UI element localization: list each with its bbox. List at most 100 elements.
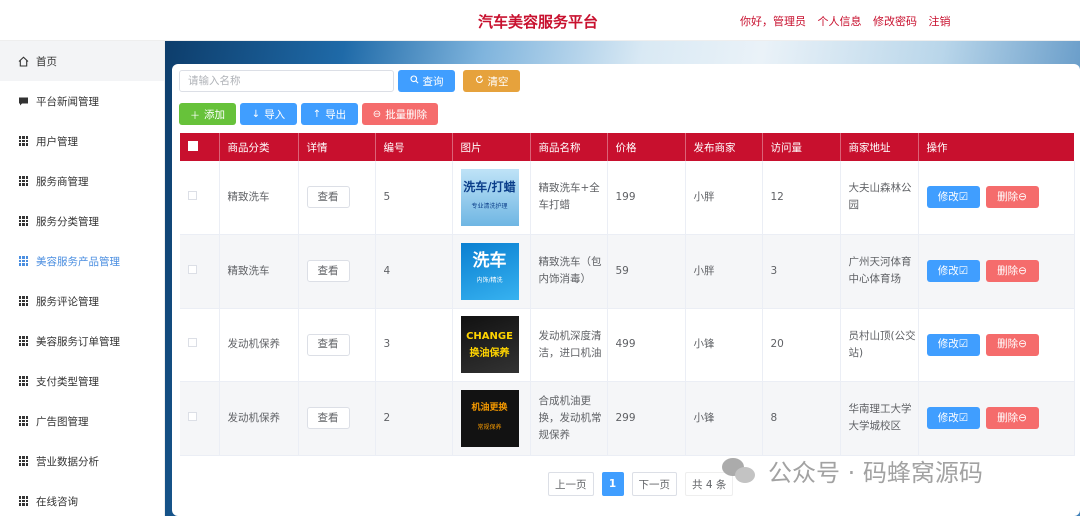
address-cell: 广州天河体育中心体育场 [840,234,919,309]
profile-link[interactable]: 个人信息 [818,15,862,28]
sidebar-item-categories[interactable]: 服务分类管理 [0,201,164,241]
column-header: 访问量 [762,133,841,161]
edit-button[interactable]: 修改 ☑ [926,260,980,282]
delete-button[interactable]: 删除 ⊖ [985,260,1039,282]
price-cell: 499 [607,308,686,382]
name-cell: 精致洗车+全车打蜡 [530,161,608,235]
current-page-button[interactable]: 1 [601,472,624,496]
price-cell: 59 [607,234,686,309]
grid-icon [18,256,29,267]
name-cell: 发动机深度清洁，进口机油 [530,308,608,382]
id-cell: 2 [375,381,453,456]
edit-label: 修改 [937,411,959,424]
image-subcaption: 专业清洗护理 [471,203,508,211]
clear-label: 清空 [487,75,509,88]
id-cell: 3 [375,308,453,382]
sidebar-item-products[interactable]: 美容服务产品管理 [0,241,164,281]
batch-delete-label: 批量删除 [385,108,428,121]
sidebar-item-payment-types[interactable]: 支付类型管理 [0,361,164,401]
grid-icon [18,216,29,227]
sidebar-item-label: 服务分类管理 [36,215,99,228]
edit-button[interactable]: 修改 ☑ [926,186,980,209]
sidebar-item-label: 广告图管理 [36,415,89,428]
select-all-checkbox[interactable] [188,140,198,151]
sidebar-item-home[interactable]: 首页 [0,41,164,81]
table-row: 精致洗车 查看 4 洗车 内饰/精洗 精致洗车（包内饰消毒） 59 小胖 3 广… [180,234,1075,309]
address-cell: 华南理工大学大学城校区 [840,381,919,456]
logout-link[interactable]: 注销 [929,15,951,28]
edit-label: 修改 [937,190,959,203]
top-header: 汽车美容服务平台 你好，管理员 个人信息 修改密码 注销 [0,0,1080,41]
column-header: 商家地址 [840,133,919,161]
grid-icon [18,456,29,467]
price-cell: 199 [607,161,686,235]
delete-label: 删除 [997,190,1019,203]
column-header: 详情 [298,133,376,161]
row-select-cell[interactable] [180,234,220,309]
prev-page-button[interactable]: 上一页 [548,472,594,496]
table-row: 发动机保养 查看 3 CHANGE 换油保养 发动机深度清洁，进口机油 499 … [180,308,1075,382]
sidebar-item-label: 服务商管理 [36,175,89,188]
address-cell: 大夫山森林公园 [840,161,919,235]
sidebar-item-label: 美容服务订单管理 [36,335,120,348]
view-detail-button[interactable]: 查看 [306,260,350,282]
sidebar-item-banners[interactable]: 广告图管理 [0,401,164,441]
delete-button[interactable]: 删除 ⊖ [985,333,1039,356]
image-caption: CHANGE 换油保养 [466,330,513,359]
grid-icon [18,496,29,507]
row-select-cell[interactable] [180,161,220,235]
edit-button[interactable]: 修改 ☑ [926,333,980,356]
actions-cell: 修改 ☑ 删除 ⊖ [918,308,1075,382]
view-detail-button[interactable]: 查看 [306,333,350,356]
row-checkbox[interactable] [188,411,197,421]
merchant-cell: 小胖 [685,234,763,309]
sidebar-item-label: 在线咨询 [36,495,78,508]
sidebar-item-users[interactable]: 用户管理 [0,121,164,161]
category-cell: 精致洗车 [219,161,299,235]
category-cell: 发动机保养 [219,308,299,382]
edit-icon: ☑ [958,264,969,277]
sidebar-item-providers[interactable]: 服务商管理 [0,161,164,201]
id-cell: 5 [375,161,453,235]
edit-icon: ☑ [958,190,969,203]
sidebar-item-label: 用户管理 [36,135,78,148]
sidebar-item-consult[interactable]: 在线咨询 [0,481,164,516]
sidebar-item-label: 营业数据分析 [36,455,99,468]
sidebar-item-reviews[interactable]: 服务评论管理 [0,281,164,321]
image-caption: 洗车/打蜡 [463,180,516,195]
view-detail-button[interactable]: 查看 [306,186,350,209]
add-button[interactable]: ＋ 添加 [179,103,236,125]
sidebar-item-analytics[interactable]: 营业数据分析 [0,441,164,481]
row-checkbox[interactable] [188,264,197,274]
batch-delete-button[interactable]: ⊖ 批量删除 [362,103,438,125]
row-checkbox[interactable] [188,190,197,200]
export-button[interactable]: ↑ 导出 [301,103,358,125]
greeting-text: 你好，管理员 [740,15,806,28]
clear-button[interactable]: 清空 [463,70,520,92]
image-cell: 洗车/打蜡 专业清洗护理 [452,161,531,235]
row-checkbox[interactable] [188,338,197,347]
search-input[interactable] [179,70,394,92]
table-row: 精致洗车 查看 5 洗车/打蜡 专业清洗护理 精致洗车+全车打蜡 199 小胖 … [180,161,1075,235]
name-cell: 合成机油更换，发动机常规保养 [530,381,608,456]
sidebar-item-news[interactable]: 平台新闻管理 [0,81,164,121]
row-select-cell[interactable] [180,381,220,456]
delete-button[interactable]: 删除 ⊖ [985,407,1039,429]
change-password-link[interactable]: 修改密码 [873,15,917,28]
query-button[interactable]: 查询 [398,70,455,92]
grid-icon [18,176,29,187]
column-header: 图片 [452,133,531,161]
next-page-button[interactable]: 下一页 [631,472,677,496]
sidebar-item-orders[interactable]: 美容服务订单管理 [0,321,164,361]
row-select-cell[interactable] [180,308,220,382]
column-header: 价格 [607,133,686,161]
sidebar: 首页 平台新闻管理 用户管理 服务商管理 服务分类管理 美容服务产品管理 服务评… [0,41,165,516]
edit-button[interactable]: 修改 ☑ [926,407,980,429]
view-detail-button[interactable]: 查看 [306,407,350,429]
detail-cell: 查看 [298,381,376,456]
product-image: 洗车 内饰/精洗 [460,242,519,300]
delete-button[interactable]: 删除 ⊖ [985,186,1039,209]
query-label: 查询 [422,75,444,88]
import-button[interactable]: ↓ 导入 [240,103,297,125]
select-all-cell[interactable] [180,133,220,161]
